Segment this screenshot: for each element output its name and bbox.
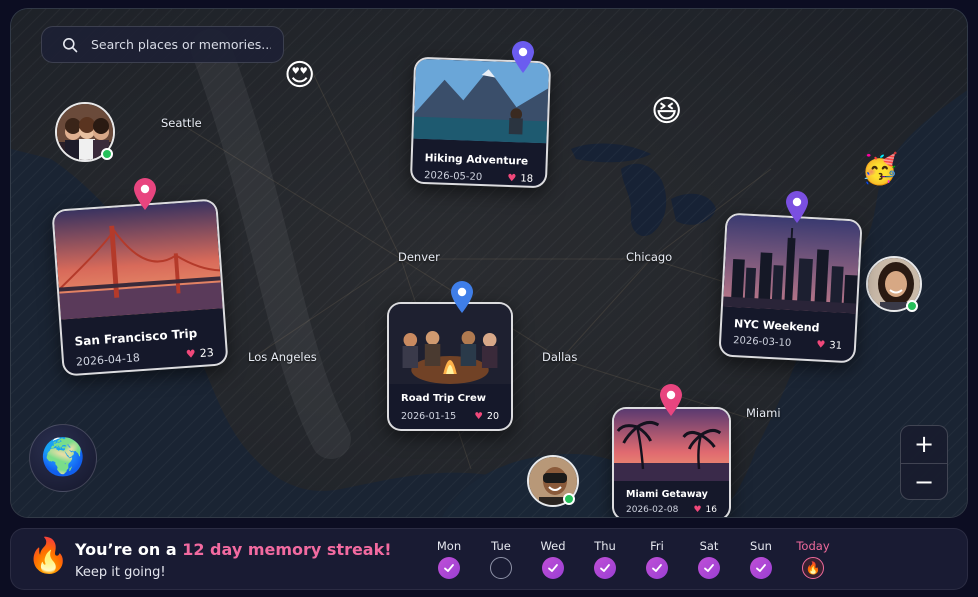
memory-card-san-francisco[interactable]: San Francisco Trip 2026-04-18 ♥ 23: [51, 198, 229, 377]
day-label: Thu: [594, 539, 616, 553]
memory-date: 2026-03-10: [732, 335, 792, 350]
search-input[interactable]: [91, 37, 271, 52]
memory-card-nyc[interactable]: NYC Weekend 2026-03-10 ♥ 31: [718, 212, 863, 364]
fire-icon: 🔥: [802, 557, 824, 579]
grin-emoji-icon: 😆: [651, 94, 683, 129]
memory-title: Road Trip Crew: [401, 393, 486, 404]
day-label: Fri: [650, 539, 664, 553]
check-icon: [594, 557, 616, 579]
streak-headline: You’re on a 12 day memory streak!: [75, 540, 392, 559]
day-thu: Thu: [585, 539, 625, 579]
memory-map[interactable]: Seattle Denver Chicago Los Angeles Dalla…: [10, 8, 968, 518]
online-status-dot: [101, 148, 113, 160]
heart-eyes-emoji-icon: 😍: [284, 58, 316, 93]
memory-photo: [722, 214, 861, 314]
search-bar[interactable]: [41, 26, 284, 63]
like-count: 20: [486, 411, 499, 422]
memory-likes: ♥ 16: [693, 505, 717, 515]
day-label: Sun: [750, 539, 772, 553]
city-label-seattle: Seattle: [161, 116, 202, 130]
online-status-dot: [563, 493, 575, 505]
friend-avatar-man[interactable]: [527, 455, 587, 515]
day-wed: Wed: [533, 539, 573, 579]
check-icon: [750, 557, 772, 579]
zoom-out-button[interactable]: −: [901, 464, 947, 499]
memory-photo: [614, 409, 729, 481]
memory-title: San Francisco Trip: [74, 326, 198, 349]
streak-subtitle: Keep it going!: [75, 565, 166, 580]
memory-likes: ♥ 20: [474, 411, 499, 422]
day-label: Wed: [540, 539, 566, 553]
check-icon: [438, 557, 460, 579]
globe-view-button[interactable]: 🌍: [29, 424, 97, 492]
memory-card-road-trip[interactable]: Road Trip Crew 2026-01-15 ♥ 20: [387, 302, 513, 431]
heart-icon: ♥: [474, 411, 483, 422]
globe-icon: 🌍: [40, 437, 86, 478]
city-label-denver: Denver: [398, 250, 440, 264]
heart-icon: ♥: [507, 172, 517, 185]
memory-card-miami[interactable]: Miami Getaway 2026-02-08 ♥ 16: [612, 407, 731, 517]
memory-date: 2026-04-18: [75, 351, 141, 369]
memory-date: 2026-02-08: [626, 505, 679, 515]
memory-likes: ♥ 18: [507, 173, 533, 185]
city-label-dallas: Dallas: [542, 350, 578, 364]
heart-icon: ♥: [185, 347, 197, 361]
like-count: 23: [199, 346, 215, 360]
memory-title: Miami Getaway: [626, 489, 708, 500]
empty-circle-icon: [490, 557, 512, 579]
memory-photo: [389, 304, 511, 384]
check-icon: [542, 557, 564, 579]
streak-highlight: 12 day memory streak!: [182, 540, 392, 559]
map-pin-icon[interactable]: [658, 383, 684, 417]
day-tue: Tue: [481, 539, 521, 579]
search-icon: [63, 37, 78, 52]
like-count: 16: [705, 505, 717, 515]
memory-likes: ♥ 23: [185, 346, 214, 361]
day-today: Today 🔥: [793, 539, 833, 579]
memory-date: 2026-05-20: [423, 170, 483, 184]
heart-icon: ♥: [693, 505, 702, 515]
check-icon: [646, 557, 668, 579]
memory-likes: ♥ 31: [816, 339, 842, 351]
friend-avatar-woman[interactable]: [866, 256, 926, 316]
day-label: Mon: [436, 539, 462, 553]
memory-title: Hiking Adventure: [424, 152, 529, 168]
friend-avatar-group[interactable]: [55, 102, 115, 162]
day-label: Tue: [491, 539, 511, 553]
city-label-chicago: Chicago: [626, 250, 673, 264]
heart-icon: ♥: [816, 339, 826, 351]
zoom-in-button[interactable]: +: [901, 426, 947, 463]
fire-icon: 🔥: [27, 536, 70, 576]
streak-prefix: You’re on a: [75, 540, 183, 559]
day-mon: Mon: [429, 539, 469, 579]
day-fri: Fri: [637, 539, 677, 579]
memory-date: 2026-01-15: [401, 411, 457, 422]
city-label-miami: Miami: [746, 406, 781, 420]
day-label: Today: [796, 539, 830, 553]
like-count: 31: [829, 340, 843, 352]
map-pin-icon[interactable]: [132, 177, 158, 211]
check-icon: [698, 557, 720, 579]
day-sat: Sat: [689, 539, 729, 579]
memory-title: NYC Weekend: [733, 317, 820, 335]
streak-panel: 🔥 You’re on a 12 day memory streak! Keep…: [10, 528, 968, 590]
like-count: 18: [520, 173, 534, 185]
map-pin-icon[interactable]: [449, 280, 475, 314]
online-status-dot: [906, 300, 918, 312]
map-pin-icon[interactable]: [510, 40, 536, 74]
day-sun: Sun: [741, 539, 781, 579]
day-label: Sat: [699, 539, 719, 553]
zoom-controls: + −: [900, 425, 948, 500]
party-emoji-icon: 🥳: [861, 152, 899, 187]
memory-card-hiking[interactable]: Hiking Adventure 2026-05-20 ♥ 18: [409, 56, 552, 189]
memory-photo: [53, 200, 223, 320]
city-label-los-angeles: Los Angeles: [248, 350, 317, 364]
map-pin-icon[interactable]: [784, 190, 810, 224]
app-root: Seattle Denver Chicago Los Angeles Dalla…: [0, 0, 978, 597]
